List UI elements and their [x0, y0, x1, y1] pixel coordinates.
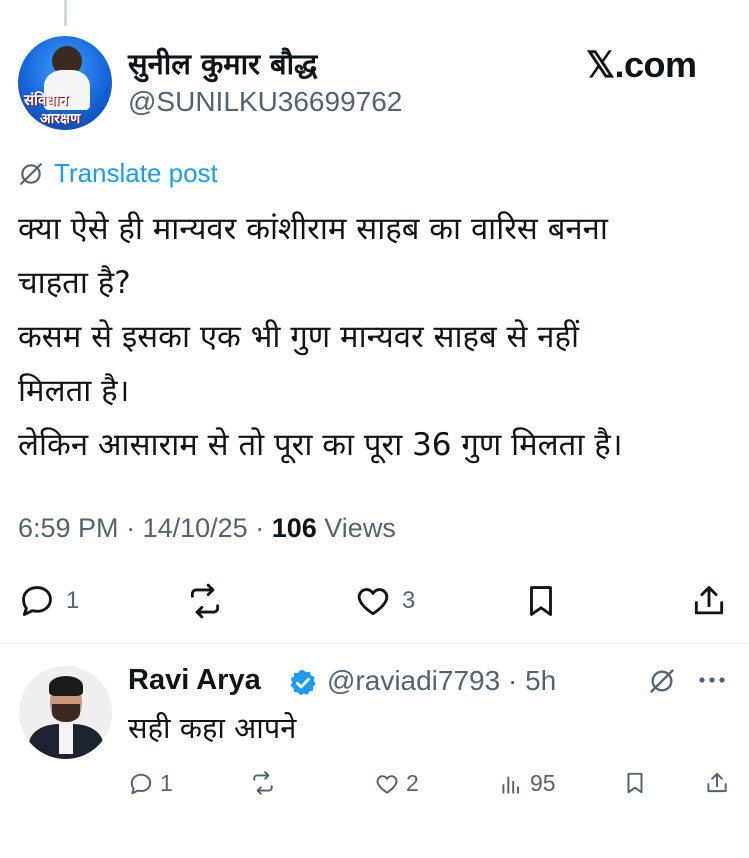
globe-slash-icon[interactable]	[648, 667, 676, 695]
share-button[interactable]	[690, 582, 728, 620]
globe-slash-icon	[20, 162, 42, 185]
share-upload-icon	[707, 772, 727, 793]
reply-repost-button[interactable]	[250, 770, 282, 796]
repost-button[interactable]	[186, 582, 234, 620]
reply-like-button[interactable]: 2	[374, 770, 419, 797]
speech-bubble-icon	[22, 586, 52, 616]
translate-post-label: Translate post	[54, 158, 218, 188]
reply-action-bar: 1 2 95	[0, 770, 749, 802]
bookmark-button[interactable]	[522, 582, 560, 620]
meta-separator: ·	[126, 513, 143, 543]
reply-like-count: 2	[406, 770, 419, 796]
post-line: क्या ऐसे ही मान्यवर कांशीराम साहब का वार…	[18, 211, 608, 247]
post-body: क्या ऐसे ही मान्यवर कांशीराम साहब का वार…	[18, 202, 730, 472]
reply-reply-count: 1	[160, 770, 173, 796]
verified-badge-icon[interactable]	[288, 668, 318, 698]
avatar-text-bottom: आरक्षण	[40, 111, 81, 127]
post-date[interactable]: 14/10/25	[143, 513, 248, 543]
meta-separator: ·	[255, 513, 272, 543]
more-dots-icon[interactable]	[694, 666, 730, 694]
repost-arrows-icon	[190, 583, 220, 619]
reply-author-name[interactable]: Ravi Arya	[128, 664, 261, 697]
bookmark-icon	[627, 772, 643, 794]
post-line: लेकिन आसाराम से तो पूरा का पूरा 36 गुण म…	[18, 427, 623, 463]
reply-share-button[interactable]	[704, 770, 730, 796]
post-action-bar: 1 3	[0, 582, 749, 622]
post-line: चाहता है?	[18, 265, 131, 301]
reply-handle-time[interactable]: @raviadi7793 · 5h	[327, 665, 556, 697]
reply-views-count: 95	[530, 770, 556, 796]
heart-icon	[376, 774, 398, 794]
avatar-beard	[52, 704, 80, 722]
heart-icon	[357, 588, 389, 616]
bookmark-icon	[530, 586, 552, 616]
reply-button[interactable]: 1	[18, 582, 79, 620]
bar-chart-icon	[502, 776, 520, 794]
reply-reply-button[interactable]: 1	[128, 770, 173, 797]
post-time[interactable]: 6:59 PM	[18, 513, 119, 543]
like-count: 3	[402, 587, 416, 614]
repost-arrows-icon	[253, 771, 273, 795]
avatar-hair	[49, 676, 83, 696]
avatar-text-top: संविधान	[24, 91, 68, 109]
like-button[interactable]: 3	[354, 582, 415, 620]
speech-bubble-icon	[130, 773, 152, 794]
post-metadata: 6:59 PM · 14/10/25 · 106 Views	[18, 513, 396, 544]
views-label-text: Views	[324, 513, 396, 543]
x-com-logo: 𝕏.com	[586, 44, 697, 85]
reply-body: सही कहा आपने	[128, 711, 297, 745]
thread-connector-line	[64, 0, 67, 26]
author-handle[interactable]: @SUNILKU36699762	[128, 86, 402, 118]
post-line: मिलता है।	[18, 373, 130, 409]
translate-post-link[interactable]: Translate post	[18, 158, 218, 189]
avatar-shirt	[59, 724, 73, 754]
author-name[interactable]: सुनील कुमार बौद्ध	[128, 44, 317, 83]
divider	[0, 643, 749, 644]
reply-views-button[interactable]: 95	[498, 770, 556, 797]
share-upload-icon	[694, 586, 724, 615]
reply-count: 1	[66, 587, 80, 614]
post-line: कसम से इसका एक भी गुण मान्यवर साहब से नह…	[18, 319, 580, 355]
author-avatar[interactable]: संविधान आरक्षण	[18, 36, 112, 130]
reply-author-avatar[interactable]	[19, 666, 112, 759]
views-count: 106	[271, 513, 317, 543]
reply-bookmark-button[interactable]	[622, 770, 648, 796]
